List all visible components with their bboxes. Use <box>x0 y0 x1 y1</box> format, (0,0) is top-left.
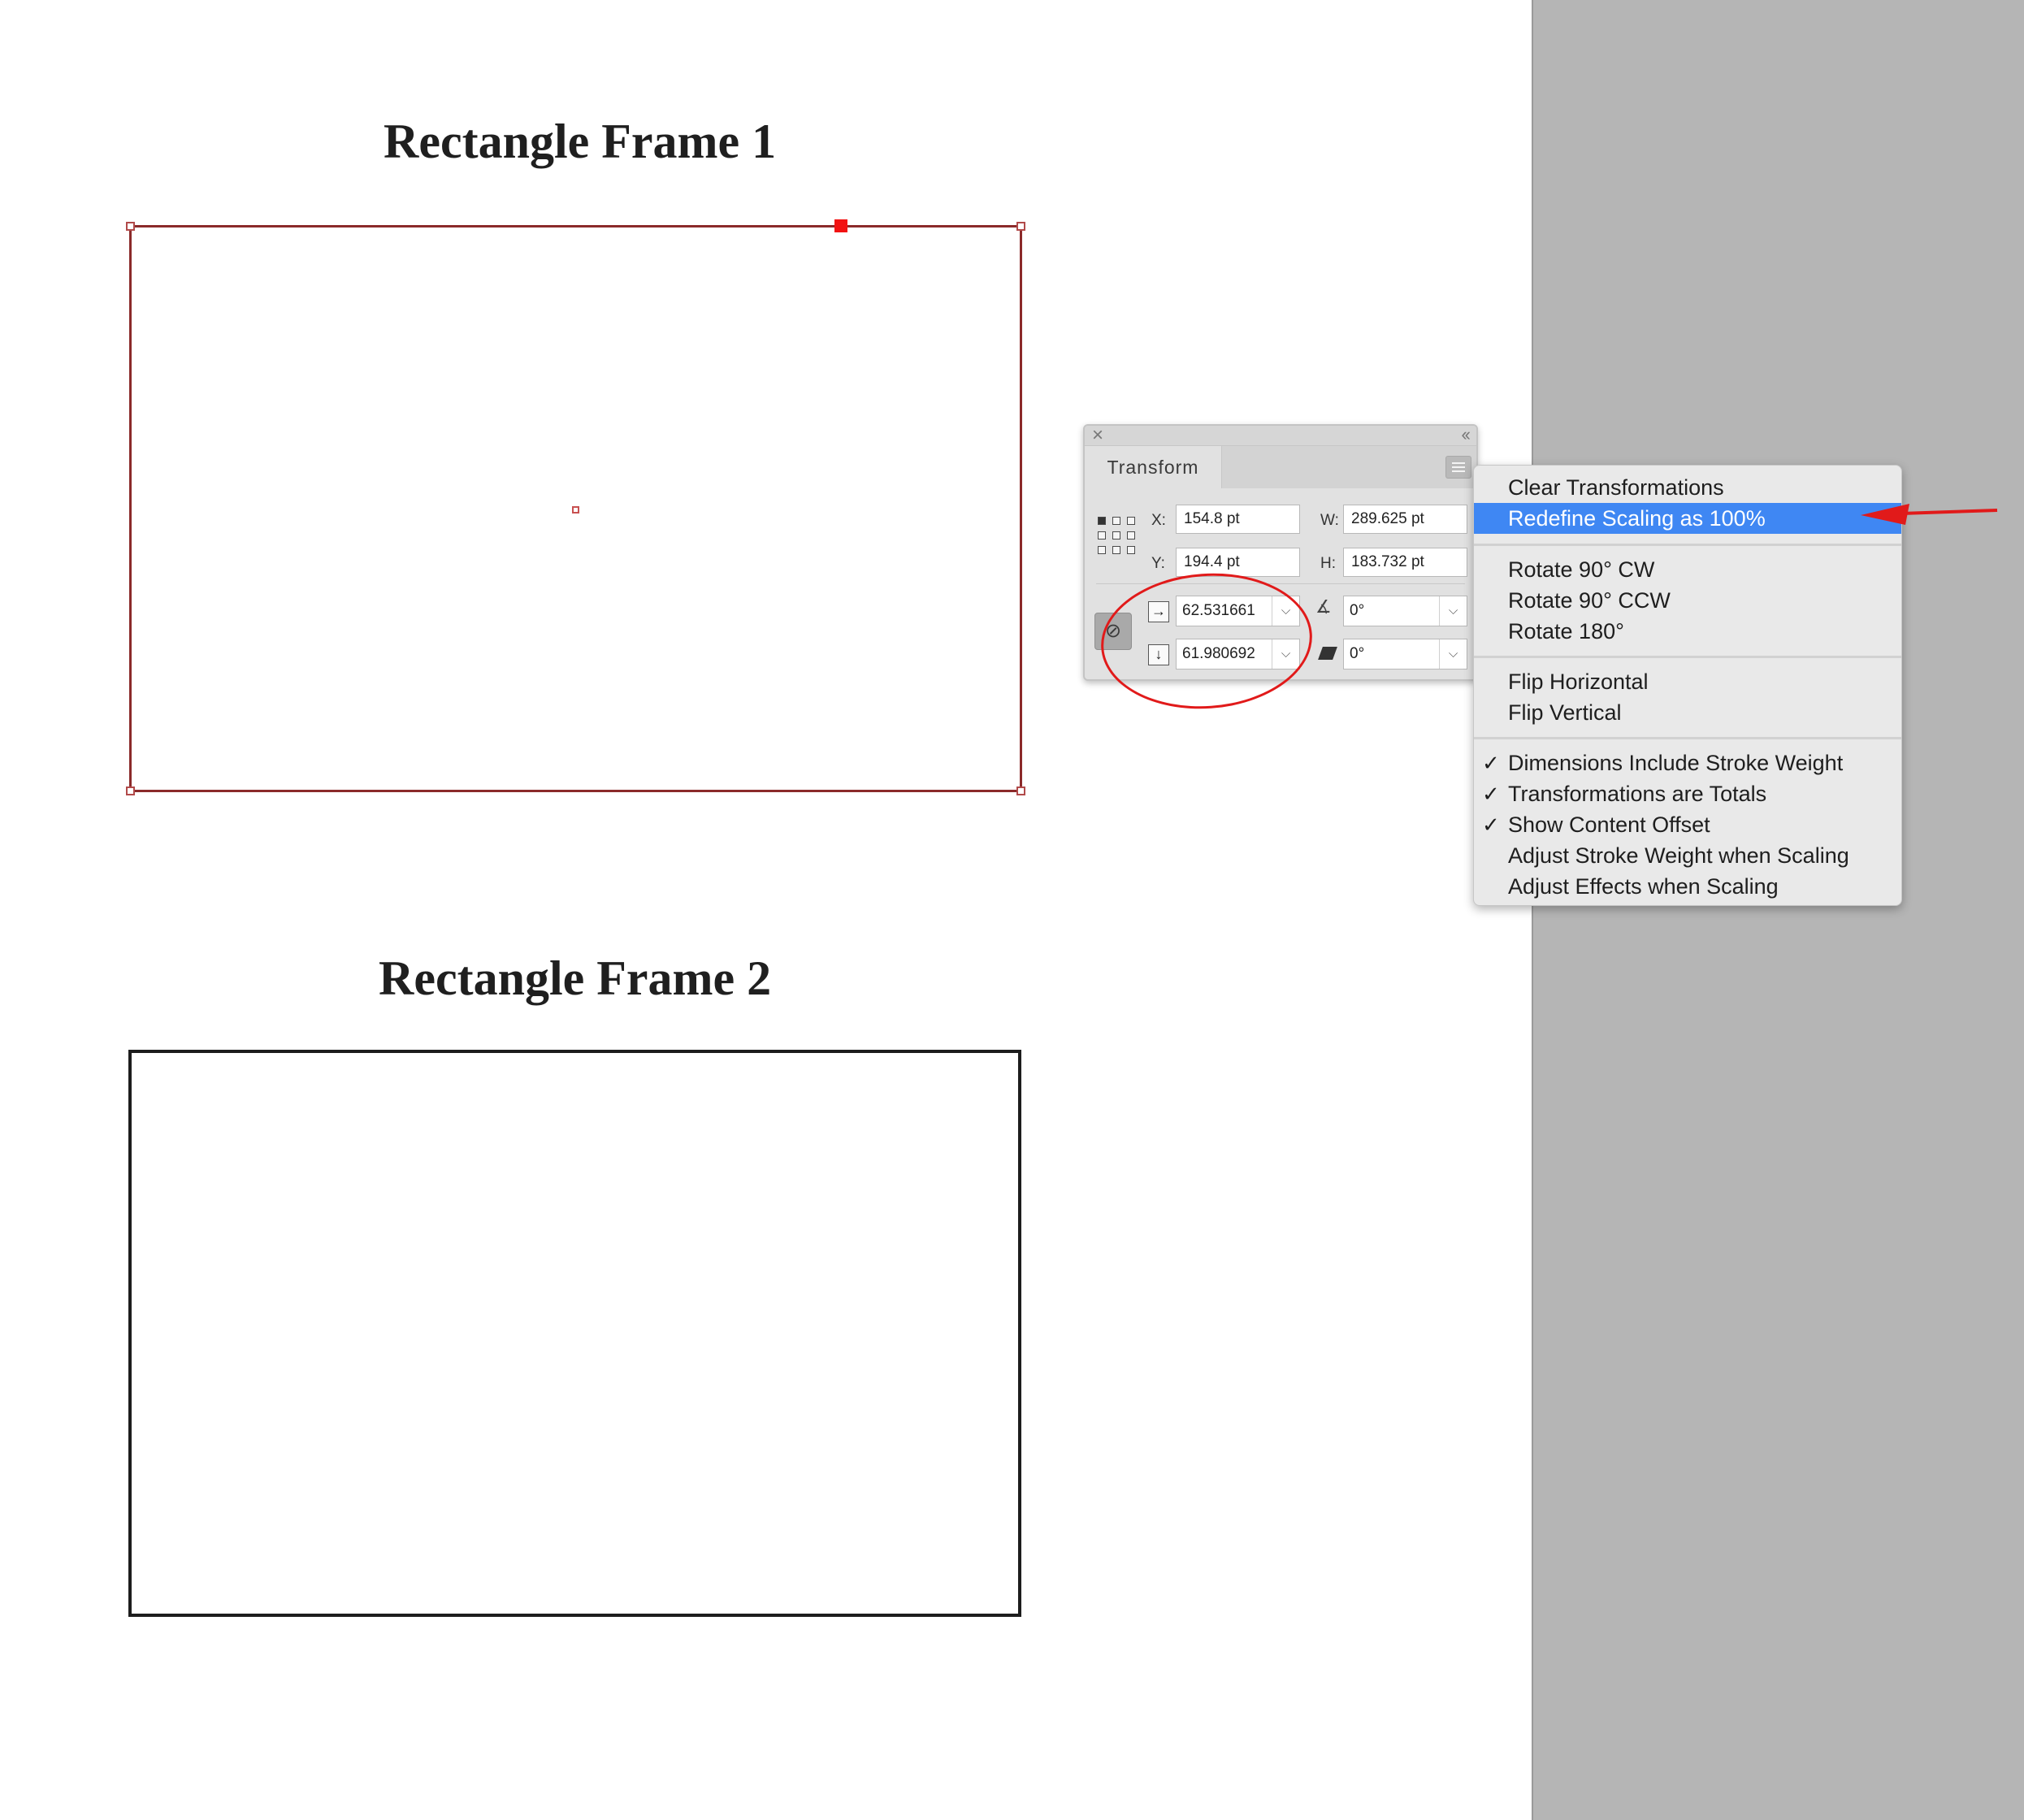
frame2-title: Rectangle Frame 2 <box>379 951 772 1005</box>
frame1-handle-top-right[interactable] <box>1016 222 1025 231</box>
reference-point-grid-icon[interactable] <box>1098 517 1138 557</box>
menu-item-rotate-180[interactable]: Rotate 180° <box>1474 616 1901 647</box>
h-label: H: <box>1320 555 1336 572</box>
panel-tab-row: Transform <box>1085 446 1476 488</box>
menu-item-transformations-are-totals[interactable]: ✓ Transformations are Totals <box>1474 778 1901 809</box>
menu-item-label: Flip Horizontal <box>1508 670 1649 694</box>
menu-item-flip-horizontal[interactable]: Flip Horizontal <box>1474 666 1901 697</box>
rotation-angle-icon: ∡ <box>1315 596 1332 617</box>
frame1-title: Rectangle Frame 1 <box>384 115 777 168</box>
frame1-handle-top-left[interactable] <box>126 222 135 231</box>
x-field[interactable]: 154.8 pt <box>1176 505 1300 534</box>
menu-item-label: Transformations are Totals <box>1508 782 1767 806</box>
pasteboard <box>1532 0 2024 1820</box>
w-label: W: <box>1320 512 1339 529</box>
annotation-arrow <box>1861 504 1998 525</box>
frame1-handle-bottom-right[interactable] <box>1016 786 1025 795</box>
panel-title-bar[interactable]: × ‹‹ <box>1085 426 1476 446</box>
hamburger-menu-icon[interactable] <box>1445 456 1471 479</box>
menu-separator <box>1474 737 1901 739</box>
tab-transform[interactable]: Transform <box>1085 446 1222 488</box>
menu-item-label: Adjust Effects when Scaling <box>1508 874 1779 899</box>
menu-item-redefine-scaling[interactable]: Redefine Scaling as 100% <box>1474 503 1901 534</box>
menu-item-rotate-90-cw[interactable]: Rotate 90° CW <box>1474 554 1901 585</box>
y-label: Y: <box>1151 555 1165 572</box>
menu-item-label: Dimensions Include Stroke Weight <box>1508 751 1844 775</box>
menu-item-rotate-90-ccw[interactable]: Rotate 90° CCW <box>1474 585 1901 616</box>
collapse-icon[interactable]: ‹‹ <box>1461 426 1471 444</box>
menu-item-label: Rotate 180° <box>1508 619 1624 644</box>
menu-item-label: Redefine Scaling as 100% <box>1508 506 1766 531</box>
x-label: X: <box>1151 512 1166 529</box>
menu-item-show-content-offset[interactable]: ✓ Show Content Offset <box>1474 809 1901 840</box>
close-icon[interactable]: × <box>1092 426 1103 445</box>
rotation-value[interactable]: 0° <box>1344 596 1439 626</box>
rectangle-frame-1-selected[interactable] <box>126 219 1025 795</box>
checkmark-icon: ✓ <box>1482 812 1500 837</box>
live-corner-handle[interactable] <box>834 219 847 232</box>
chevron-down-icon[interactable]: ⌵ <box>1439 639 1467 669</box>
menu-item-label: Show Content Offset <box>1508 812 1710 837</box>
menu-item-label: Adjust Stroke Weight when Scaling <box>1508 843 1849 868</box>
menu-item-adjust-effects[interactable]: Adjust Effects when Scaling <box>1474 871 1901 902</box>
menu-item-label: Clear Transformations <box>1508 475 1724 500</box>
menu-item-dimensions-include-stroke[interactable]: ✓ Dimensions Include Stroke Weight <box>1474 748 1901 778</box>
checkmark-icon: ✓ <box>1482 782 1500 806</box>
menu-item-label: Rotate 90° CW <box>1508 557 1655 582</box>
menu-separator <box>1474 544 1901 546</box>
content-grabber[interactable] <box>572 506 579 514</box>
shear-value[interactable]: 0° <box>1344 639 1439 669</box>
checkmark-icon: ✓ <box>1482 751 1500 775</box>
menu-item-adjust-stroke-weight[interactable]: Adjust Stroke Weight when Scaling <box>1474 840 1901 871</box>
chevron-down-icon[interactable]: ⌵ <box>1439 596 1467 626</box>
menu-separator <box>1474 656 1901 658</box>
menu-item-label: Flip Vertical <box>1508 700 1622 725</box>
h-field[interactable]: 183.732 pt <box>1343 548 1467 577</box>
frame1-handle-bottom-left[interactable] <box>126 786 135 795</box>
y-field[interactable]: 194.4 pt <box>1176 548 1300 577</box>
w-field[interactable]: 289.625 pt <box>1343 505 1467 534</box>
menu-item-clear-transformations[interactable]: Clear Transformations <box>1474 472 1901 503</box>
rectangle-frame-2[interactable] <box>128 1050 1021 1617</box>
menu-item-label: Rotate 90° CCW <box>1508 588 1671 613</box>
menu-item-flip-vertical[interactable]: Flip Vertical <box>1474 697 1901 728</box>
shear-combo[interactable]: 0° ⌵ <box>1343 639 1467 670</box>
rotation-combo[interactable]: 0° ⌵ <box>1343 596 1467 626</box>
transform-panel-flyout-menu: Clear Transformations Redefine Scaling a… <box>1473 465 1902 906</box>
panel-divider <box>1096 583 1465 584</box>
shear-icon <box>1318 647 1337 660</box>
